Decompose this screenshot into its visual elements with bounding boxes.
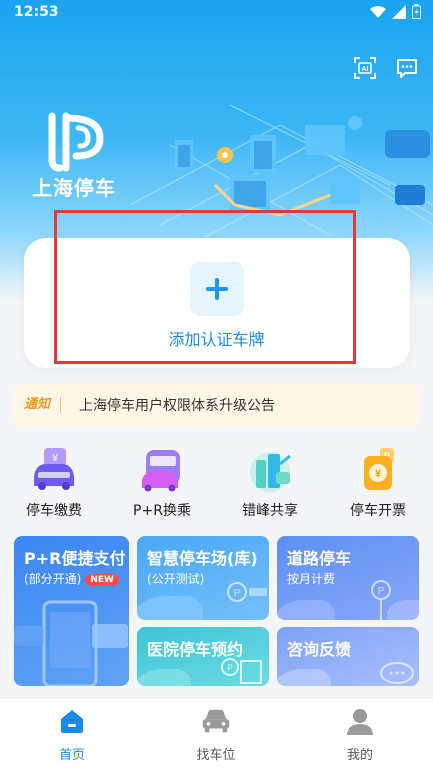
nav-home-label: 首页 <box>58 748 85 763</box>
pr-pay-card[interactable]: P+R便捷支付 (部分开通) NEW <box>14 536 129 686</box>
nav-profile-label: 我的 <box>346 748 373 763</box>
signal-icon <box>392 4 406 19</box>
svg-text:¥: ¥ <box>375 468 382 480</box>
hospital-card[interactable]: P 医院停车预约 <box>137 627 269 686</box>
notice-tag: 通知 <box>24 397 62 413</box>
status-time: 12:53 <box>14 4 59 20</box>
off-peak-share-icon <box>246 446 294 494</box>
highlight-box <box>54 210 356 364</box>
parking-pay-icon: ¥ <box>30 446 78 494</box>
svg-text:AI: AI <box>362 66 369 73</box>
svg-text:P: P <box>227 663 233 673</box>
bottom-nav: 首页 找车位 我的 <box>0 697 433 769</box>
logo-text: 上海停车 <box>32 176 116 200</box>
road-parking-subtitle: 按月计费 <box>287 572 336 586</box>
nav-find-spot-label: 找车位 <box>196 748 236 763</box>
pr-pay-subtitle-text: (部分开通) <box>24 572 82 586</box>
quick-menu: ¥ 停车缴费 P+R换乘 错峰共享 P ¥ 停车开票 <box>0 446 433 526</box>
road-parking-card[interactable]: P 道路停车 按月计费 <box>277 536 419 620</box>
quick-label-parking-invoice: 停车开票 <box>350 503 406 519</box>
new-badge: NEW <box>85 573 119 586</box>
nav-home[interactable]: 首页 <box>22 706 122 763</box>
ai-scan-icon[interactable]: AI <box>353 56 377 80</box>
feedback-card[interactable]: 咨询反馈 <box>277 627 419 686</box>
road-parking-title: 道路停车 <box>287 549 352 568</box>
notice-text: 上海停车用户权限体系升级公告 <box>79 398 276 414</box>
status-bar: 12:53 <box>0 0 433 26</box>
top-actions: AI <box>353 56 419 80</box>
home-icon <box>57 706 87 736</box>
svg-text:P: P <box>234 588 241 599</box>
quick-item-parking-invoice[interactable]: P ¥ 停车开票 <box>328 446 428 520</box>
svg-text:¥: ¥ <box>51 453 58 464</box>
car-icon <box>201 706 231 736</box>
smart-lot-title: 智慧停车场(库) <box>147 549 258 568</box>
hospital-title: 医院停车预约 <box>147 640 244 659</box>
quick-label-off-peak-share: 错峰共享 <box>242 503 298 519</box>
pr-pay-title: P+R便捷支付 <box>24 549 126 568</box>
quick-label-pr-transfer: P+R换乘 <box>133 503 191 519</box>
smart-lot-card[interactable]: P 智慧停车场(库) (公开测试) <box>137 536 269 620</box>
parking-invoice-icon: P ¥ <box>354 446 402 494</box>
svg-text:P: P <box>378 586 385 597</box>
quick-item-pr-transfer[interactable]: P+R换乘 <box>112 446 212 520</box>
notice-bar[interactable]: 通知 上海停车用户权限体系升级公告 <box>14 384 419 426</box>
chat-icon[interactable] <box>395 56 419 80</box>
quick-item-off-peak-share[interactable]: 错峰共享 <box>220 446 320 520</box>
nav-find-spot[interactable]: 找车位 <box>166 706 266 763</box>
quick-item-parking-pay[interactable]: ¥ 停车缴费 <box>4 446 104 520</box>
battery-icon <box>412 4 421 19</box>
feedback-title: 咨询反馈 <box>287 640 352 659</box>
nav-profile[interactable]: 我的 <box>310 706 410 763</box>
status-icons <box>370 4 421 19</box>
quick-label-parking-pay: 停车缴费 <box>26 503 82 519</box>
user-icon <box>345 706 375 736</box>
wifi-icon <box>370 5 386 18</box>
pr-pay-subtitle: (部分开通) NEW <box>24 570 119 587</box>
pr-transfer-icon <box>138 446 186 494</box>
smart-lot-subtitle: (公开测试) <box>147 572 205 586</box>
